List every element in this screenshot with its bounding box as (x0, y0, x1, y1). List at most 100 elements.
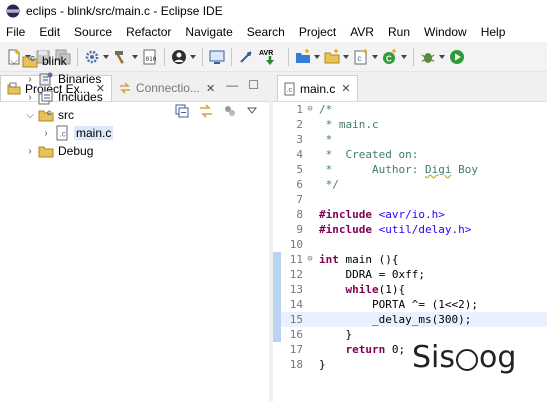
tree-item-debug[interactable]: › Debug (0, 142, 269, 160)
svg-text:c: c (358, 54, 362, 63)
line-number: 17 (289, 343, 303, 356)
chevron-down-icon (438, 54, 445, 59)
code-line: 11 ⊖ int main (){ (273, 252, 547, 267)
svg-text:.c: .c (287, 87, 293, 94)
code-text: * Author: (319, 163, 425, 176)
new-project-dropdown[interactable] (313, 48, 320, 66)
tree-item-blink[interactable]: ⌵ C blink (0, 52, 269, 70)
play-icon (450, 49, 464, 64)
line-number: 6 (296, 178, 303, 191)
code-line: 6 */ (273, 177, 547, 192)
tab-main-c[interactable]: .c main.c ✕ (277, 75, 358, 101)
run-button[interactable] (448, 48, 466, 66)
code-line-current: 15 _delay_ms(300); (273, 312, 547, 327)
menu-search[interactable]: Search (240, 22, 292, 42)
code-text: 0; (385, 343, 406, 356)
code-text: } (319, 328, 353, 341)
new-class-dropdown[interactable] (400, 48, 407, 66)
code-keyword: int (319, 253, 339, 266)
code-line: 2 * main.c (273, 117, 547, 132)
tree-label: Binaries (58, 72, 102, 86)
toolbar-separator (288, 47, 289, 66)
line-number: 3 (296, 133, 303, 146)
menu-help[interactable]: Help (474, 22, 513, 42)
chevron-right-icon[interactable]: › (24, 74, 36, 85)
code-line: 4 * Created on: (273, 147, 547, 162)
code-line: 14 PORTA ^= (1<<2); (273, 297, 547, 312)
source-folder-icon: C (38, 107, 54, 123)
line-number: 11 (289, 253, 303, 266)
tree-item-src[interactable]: ⌵ C src (0, 106, 269, 124)
menu-file[interactable]: File (0, 22, 32, 42)
code-keyword: #include (319, 208, 372, 221)
menu-edit[interactable]: Edit (32, 22, 67, 42)
code-line: 8 #include <avr/io.h> (273, 207, 547, 222)
code-text: /* (319, 103, 333, 116)
line-number: 18 (289, 358, 303, 371)
folder-icon (324, 48, 340, 63)
ring-icon (456, 348, 479, 371)
tree-item-includes[interactable]: › Includes (0, 88, 269, 106)
c-project-icon: C (22, 53, 38, 69)
debug-dropdown[interactable] (438, 48, 445, 66)
line-number: 4 (296, 148, 303, 161)
menu-run[interactable]: Run (381, 22, 417, 42)
class-plus-icon: C (383, 48, 396, 64)
new-folder-dropdown[interactable] (342, 48, 349, 66)
new-project-button[interactable] (294, 48, 312, 66)
watermark-text: og (479, 340, 517, 375)
line-number: 10 (289, 238, 303, 251)
debug-button[interactable] (419, 48, 437, 66)
c-file-plus-icon: c (354, 48, 367, 64)
new-source-dropdown[interactable] (371, 48, 378, 66)
chevron-right-icon[interactable]: › (24, 146, 36, 157)
chevron-right-icon[interactable]: › (24, 92, 36, 103)
title-bar: eclips - blink/src/main.c - Eclipse IDE (0, 0, 547, 22)
close-icon[interactable]: ✕ (341, 82, 350, 95)
line-number: 9 (296, 223, 303, 236)
code-line: 9 #include <util/delay.h> (273, 222, 547, 237)
code-line: 1 ⊖ /* (273, 102, 547, 117)
menu-navigate[interactable]: Navigate (178, 22, 239, 42)
code-string: <util/delay.h> (378, 223, 472, 236)
code-line: 5 * Author: Digi Boy (273, 162, 547, 177)
code-text: Boy (451, 163, 478, 176)
line-number: 12 (289, 268, 303, 281)
new-source-button[interactable]: c (352, 48, 370, 66)
chevron-down-icon[interactable]: ⌵ (24, 110, 36, 121)
new-class-button[interactable]: C (381, 48, 399, 66)
editor-tab-label: main.c (300, 81, 336, 96)
chevron-down-icon[interactable]: ⌵ (8, 56, 20, 67)
menu-project[interactable]: Project (292, 22, 343, 42)
menu-source[interactable]: Source (67, 22, 119, 42)
tree-label: Includes (58, 90, 103, 104)
svg-text:C: C (30, 56, 35, 63)
code-text: * Created on: (319, 148, 419, 161)
window-title: eclips - blink/src/main.c - Eclipse IDE (26, 4, 223, 18)
menu-refactor[interactable]: Refactor (119, 22, 178, 42)
tree-item-binaries[interactable]: › Binaries (0, 70, 269, 88)
code-text: DDRA = 0xff; (319, 268, 425, 281)
chevron-down-icon (313, 54, 320, 59)
menu-window[interactable]: Window (417, 22, 474, 42)
line-number: 14 (289, 298, 303, 311)
menu-avr[interactable]: AVR (343, 22, 381, 42)
fold-collapse-icon[interactable]: ⊖ (305, 102, 315, 117)
code-line: 3 * (273, 132, 547, 147)
fold-collapse-icon[interactable]: ⊖ (305, 252, 315, 267)
code-keyword: while (345, 283, 379, 296)
line-number: 8 (296, 208, 303, 221)
code-text: main (){ (338, 253, 399, 266)
line-number: 13 (289, 283, 303, 296)
line-number: 15 (289, 313, 303, 326)
line-number: 5 (296, 163, 303, 176)
folder-icon (38, 143, 54, 159)
chevron-right-icon[interactable]: › (40, 128, 52, 139)
line-number: 1 (296, 103, 303, 116)
code-keyword: #include (319, 223, 372, 236)
new-folder-button[interactable] (323, 48, 341, 66)
tree-label: blink (42, 54, 67, 68)
tree-item-main-c[interactable]: › .c main.c (0, 124, 269, 142)
code-keyword: return (345, 343, 386, 356)
folder-plus-icon (296, 48, 310, 63)
